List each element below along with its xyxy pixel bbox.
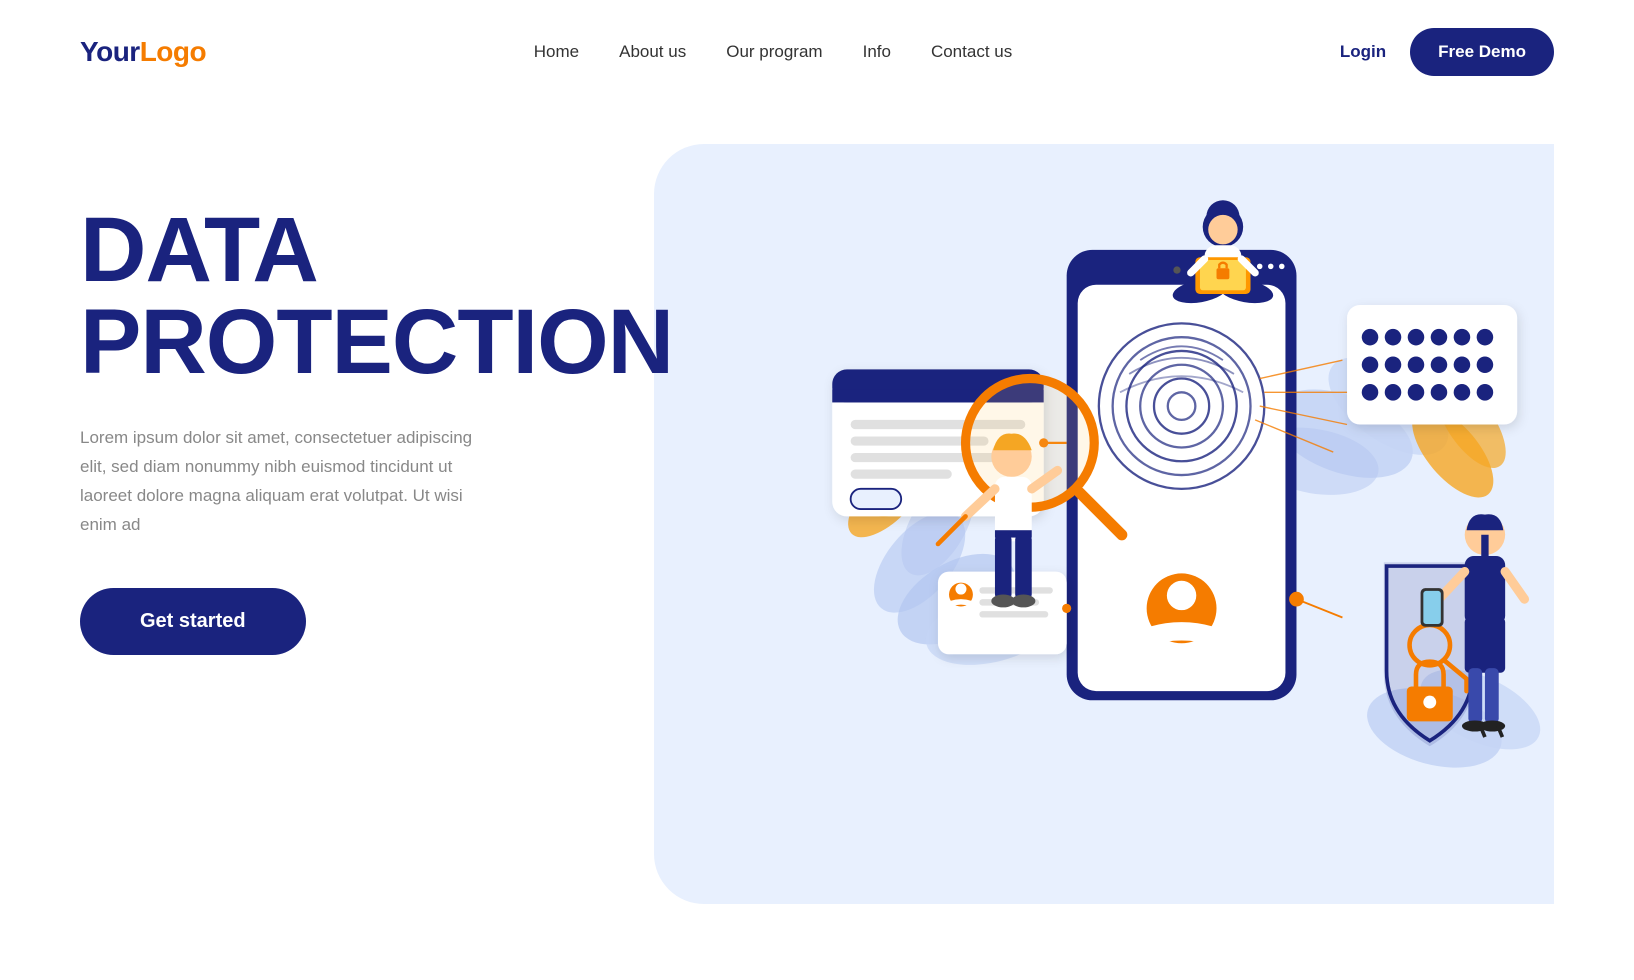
hero-description: Lorem ipsum dolor sit amet, consectetuer…	[80, 424, 500, 540]
hero-title: DATA Protection	[80, 204, 673, 388]
header: YourLogo Home About us Our program Info …	[0, 0, 1634, 104]
login-button[interactable]: Login	[1340, 42, 1386, 62]
logo: YourLogo	[80, 36, 206, 68]
logo-text-logo: Logo	[140, 36, 206, 67]
nav-item-contact[interactable]: Contact us	[931, 42, 1012, 62]
illustration-svg	[653, 144, 1554, 944]
free-demo-button[interactable]: Free Demo	[1410, 28, 1554, 76]
nav-item-info[interactable]: Info	[863, 42, 891, 62]
logo-text-your: Your	[80, 36, 140, 67]
hero-left: DATA Protection Lorem ipsum dolor sit am…	[80, 144, 673, 655]
get-started-button[interactable]: Get started	[80, 588, 306, 655]
main-content: DATA Protection Lorem ipsum dolor sit am…	[0, 104, 1634, 944]
nav-item-program[interactable]: Our program	[726, 42, 822, 62]
hero-illustration	[653, 144, 1554, 944]
nav-item-home[interactable]: Home	[534, 42, 579, 62]
nav-item-about[interactable]: About us	[619, 42, 686, 62]
main-nav: Home About us Our program Info Contact u…	[534, 42, 1012, 62]
header-actions: Login Free Demo	[1340, 28, 1554, 76]
